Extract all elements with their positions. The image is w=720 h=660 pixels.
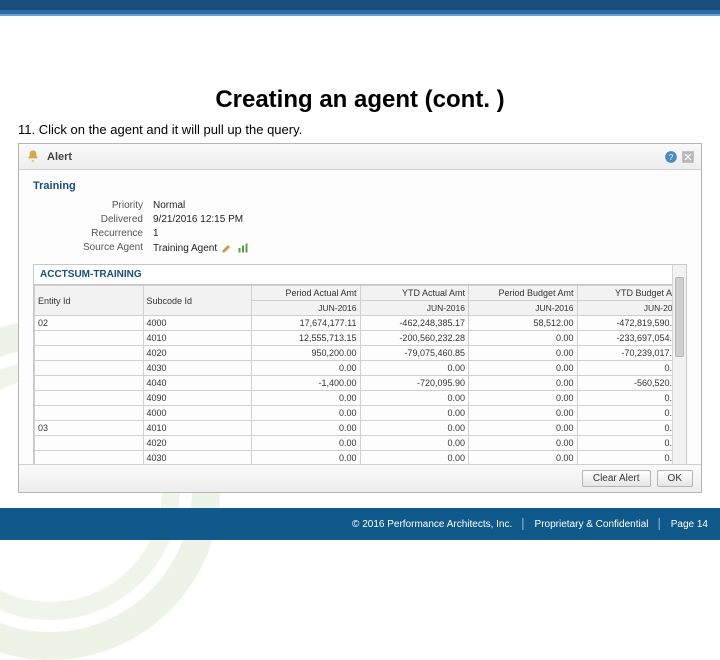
close-icon[interactable] bbox=[681, 150, 695, 164]
metadata-grid: Priority Normal Delivered 9/21/2016 12:1… bbox=[63, 200, 687, 254]
col-header: Period Budget Amt bbox=[469, 286, 578, 301]
table-row[interactable]: 02400017,674,177.11-462,248,385.1758,512… bbox=[35, 316, 686, 331]
priority-value: Normal bbox=[153, 200, 687, 211]
col-header: Subcode Id bbox=[143, 286, 252, 316]
instruction-step: 11. Click on the agent and it will pull … bbox=[18, 122, 702, 137]
footer-page: Page 14 bbox=[671, 519, 708, 530]
window-footer: Clear Alert OK bbox=[19, 464, 701, 492]
ok-button[interactable]: OK bbox=[657, 470, 693, 487]
chart-icon[interactable] bbox=[237, 242, 249, 254]
priority-label: Priority bbox=[63, 200, 153, 211]
bell-icon bbox=[25, 149, 41, 165]
table-row[interactable]: 40200.000.000.000.00 bbox=[35, 436, 686, 451]
slide-header bbox=[0, 0, 720, 60]
table-row[interactable]: 401012,555,713.15-200,560,232.280.00-233… bbox=[35, 331, 686, 346]
source-agent-label: Source Agent bbox=[63, 242, 153, 254]
table-row[interactable]: 4040-1,400.00-720,095.900.00-560,520.00 bbox=[35, 376, 686, 391]
window-title: Alert bbox=[47, 151, 72, 163]
window-titlebar: Alert ? bbox=[19, 144, 701, 170]
col-subheader: JUN-2016 bbox=[469, 301, 578, 316]
table-row[interactable]: 0340100.000.000.000.00 bbox=[35, 421, 686, 436]
slide-footer: © 2016 Performance Architects, Inc. │ Pr… bbox=[0, 508, 720, 540]
col-header: Entity Id bbox=[35, 286, 144, 316]
recurrence-value: 1 bbox=[153, 228, 687, 239]
alert-window: Alert ? Training Priority Normal Deliver… bbox=[18, 143, 702, 493]
table-title: ACCTSUM-TRAINING bbox=[40, 269, 142, 280]
delivered-value: 9/21/2016 12:15 PM bbox=[153, 214, 687, 225]
col-subheader: JUN-2016 bbox=[360, 301, 469, 316]
section-title: Training bbox=[33, 180, 687, 192]
footer-confidential: Proprietary & Confidential bbox=[535, 519, 649, 530]
results-table: Entity IdSubcode IdPeriod Actual AmtYTD … bbox=[34, 285, 686, 466]
recurrence-label: Recurrence bbox=[63, 228, 153, 239]
col-subheader: JUN-2016 bbox=[577, 301, 686, 316]
col-header: YTD Budget Amt bbox=[577, 286, 686, 301]
vertical-scrollbar[interactable] bbox=[672, 265, 686, 466]
slide-title: Creating an agent (cont. ) bbox=[0, 86, 720, 114]
col-subheader: JUN-2016 bbox=[252, 301, 361, 316]
svg-text:?: ? bbox=[669, 152, 674, 161]
footer-copyright: © 2016 Performance Architects, Inc. bbox=[352, 519, 512, 530]
table-row[interactable]: 40000.000.000.000.00 bbox=[35, 406, 686, 421]
pencil-icon[interactable] bbox=[221, 242, 233, 254]
table-row[interactable]: 40900.000.000.000.00 bbox=[35, 391, 686, 406]
table-row[interactable]: 40300.000.000.000.00 bbox=[35, 361, 686, 376]
col-header: YTD Actual Amt bbox=[360, 286, 469, 301]
clear-alert-button[interactable]: Clear Alert bbox=[582, 470, 651, 487]
table-row[interactable]: 4020950,200.00-79,075,460.850.00-70,239,… bbox=[35, 346, 686, 361]
results-table-container: ACCTSUM-TRAINING Entity IdSubcode IdPeri… bbox=[33, 264, 687, 467]
help-icon[interactable]: ? bbox=[664, 150, 678, 164]
col-header: Period Actual Amt bbox=[252, 286, 361, 301]
source-agent-value[interactable]: Training Agent bbox=[153, 243, 217, 254]
delivered-label: Delivered bbox=[63, 214, 153, 225]
